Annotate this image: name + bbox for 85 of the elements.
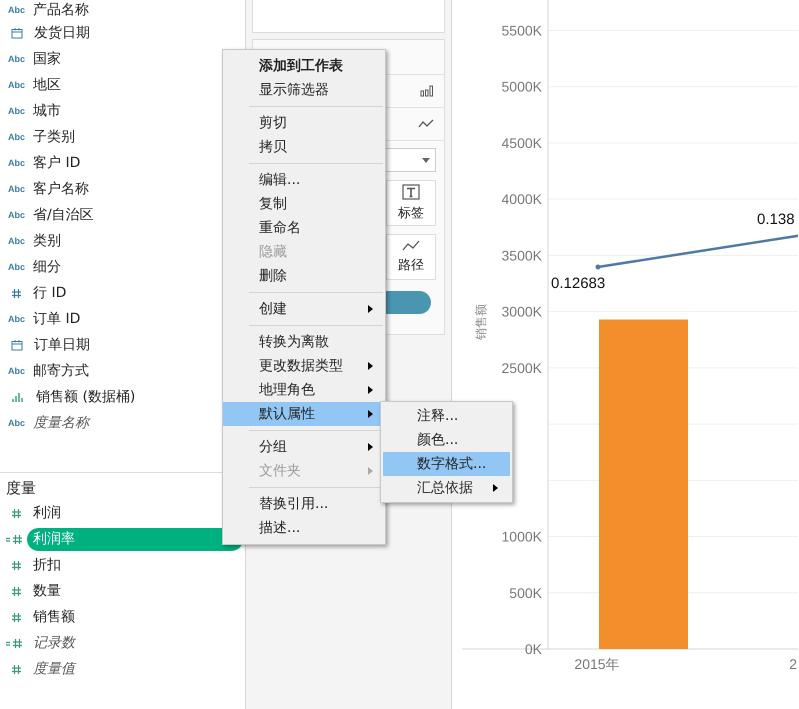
menu-item[interactable]: 编辑...	[223, 168, 385, 192]
category-label: 2015年	[574, 656, 620, 672]
text-icon	[402, 184, 420, 200]
axis-title: 销售额	[474, 304, 488, 340]
dimension-field[interactable]: 订单 ID	[33, 309, 80, 329]
string-type-icon: Abc	[0, 106, 33, 116]
measure-field[interactable]: 折扣	[27, 554, 243, 576]
string-type-icon: Abc	[0, 54, 33, 64]
axis-tick-label: 0K	[524, 641, 542, 657]
line-chart-icon	[402, 240, 420, 252]
menu-item[interactable]: 汇总依据	[383, 476, 510, 500]
string-type-icon: Abc	[0, 210, 33, 220]
measure-field[interactable]: 数量	[27, 580, 243, 602]
dimension-field[interactable]: 产品名称	[33, 0, 89, 20]
menu-item[interactable]: 拷贝	[223, 135, 385, 159]
measure-field[interactable]: 记录数	[27, 632, 243, 654]
measure-field[interactable]: 度量值	[27, 658, 243, 680]
hash-icon	[11, 560, 22, 570]
calendar-icon	[11, 28, 23, 38]
menu-item[interactable]: 地理角色	[223, 378, 385, 402]
category-label: 2	[789, 656, 797, 672]
hash-icon	[11, 288, 22, 298]
dimension-field[interactable]: 省/自治区	[33, 205, 94, 225]
dimension-field[interactable]: 类别	[33, 231, 61, 251]
string-type-icon: Abc	[0, 5, 33, 15]
string-type-icon: Abc	[0, 418, 33, 428]
menu-item[interactable]: 显示筛选器	[223, 78, 385, 102]
caret-icon	[422, 158, 430, 162]
menu-item[interactable]: 复制	[223, 192, 385, 216]
hash-icon	[11, 586, 22, 596]
menu-item[interactable]: 创建	[223, 297, 385, 321]
menu-item[interactable]: 剪切	[223, 111, 385, 135]
string-type-icon: Abc	[0, 314, 33, 324]
measure-field[interactable]: 销售额	[27, 606, 243, 628]
axis-tick-label: 3500K	[502, 247, 542, 264]
hash-icon	[11, 508, 22, 518]
measures-heading: 度量	[5, 478, 37, 499]
string-type-icon: Abc	[0, 236, 33, 246]
menu-item[interactable]: 删除	[223, 264, 385, 288]
data-label: 0.138	[757, 211, 795, 228]
menu-item[interactable]: 数字格式...	[383, 452, 510, 476]
mark-button[interactable]: 标签	[386, 180, 436, 226]
axis-tick-label: 5500K	[502, 22, 542, 38]
dimension-field[interactable]: 邮寄方式	[33, 361, 89, 381]
menu-item[interactable]: 重命名	[223, 216, 385, 240]
string-type-icon: Abc	[0, 132, 33, 142]
axis-tick-label: 500K	[509, 584, 542, 601]
axis-tick-label: 1000K	[502, 528, 542, 545]
string-type-icon: Abc	[0, 80, 33, 90]
axis-tick-label: 5000K	[502, 78, 542, 95]
bar-chart-icon[interactable]	[420, 85, 434, 97]
menu-item[interactable]: 更改数据类型	[223, 354, 385, 378]
hash-icon	[11, 664, 22, 674]
axis-tick-label: 3000K	[502, 304, 542, 320]
dimension-field[interactable]: 订单日期	[34, 335, 90, 355]
menu-item[interactable]: 注释...	[383, 404, 510, 428]
calendar-icon	[11, 340, 23, 350]
calculated-field-icon	[6, 534, 23, 544]
menu-item[interactable]: 添加到工作表	[223, 54, 385, 78]
dimension-field[interactable]: 客户 ID	[33, 153, 80, 173]
dimension-field[interactable]: 客户名称	[33, 179, 89, 199]
line-chart-icon[interactable]	[418, 119, 434, 129]
dimension-field[interactable]: 国家	[33, 49, 61, 69]
string-type-icon: Abc	[0, 158, 33, 168]
axis-tick-label: 2500K	[502, 360, 542, 376]
dimension-field[interactable]: 销售额 (数据桶)	[36, 387, 136, 407]
dimension-field[interactable]: 行 ID	[33, 283, 66, 303]
menu-item[interactable]: 转换为离散	[223, 330, 385, 354]
histogram-icon	[11, 392, 25, 402]
axis-tick-label: 4500K	[502, 134, 542, 151]
string-type-icon: Abc	[0, 366, 33, 376]
axis-tick-label: 4000K	[502, 191, 542, 208]
dimension-field[interactable]: 子类别	[33, 127, 75, 147]
string-type-icon: Abc	[0, 262, 33, 272]
dimension-field[interactable]: 细分	[33, 257, 61, 277]
data-label: 0.12683	[551, 275, 606, 292]
mark-button[interactable]: 路径	[386, 234, 436, 280]
menu-item[interactable]: 颜色...	[383, 428, 510, 452]
dimension-field[interactable]: 城市	[33, 101, 61, 121]
string-type-icon: Abc	[0, 184, 33, 194]
dimension-field[interactable]: 地区	[33, 75, 61, 95]
dimension-field[interactable]: 度量名称	[33, 413, 89, 433]
hash-icon	[11, 612, 22, 622]
dimension-field[interactable]: 发货日期	[34, 23, 90, 43]
calculated-field-icon	[6, 638, 23, 648]
